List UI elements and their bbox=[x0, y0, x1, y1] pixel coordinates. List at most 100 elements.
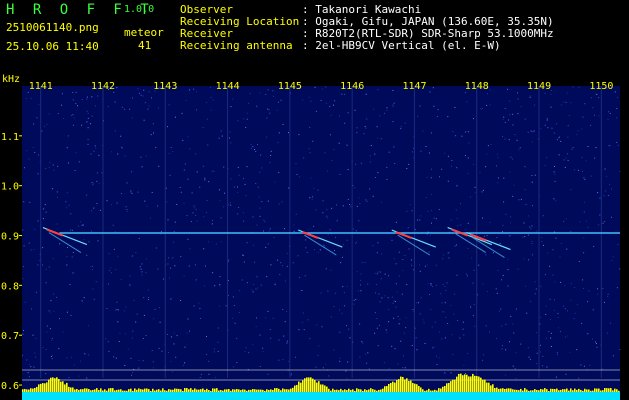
noise-dot bbox=[531, 225, 533, 227]
noise-dot bbox=[217, 351, 219, 352]
power-bar bbox=[118, 389, 120, 392]
noise-dot bbox=[66, 207, 68, 209]
power-bar bbox=[240, 390, 242, 392]
noise-dot bbox=[353, 228, 354, 230]
noise-dot bbox=[314, 86, 316, 88]
noise-dot bbox=[320, 249, 322, 251]
noise-dot bbox=[320, 292, 322, 294]
noise-dot bbox=[173, 332, 175, 334]
noise-dot bbox=[142, 95, 144, 97]
noise-dot bbox=[412, 151, 414, 153]
power-bar bbox=[592, 390, 594, 392]
power-bar bbox=[188, 389, 190, 392]
noise-dot bbox=[480, 108, 482, 110]
power-bar bbox=[40, 383, 42, 392]
noise-dot bbox=[473, 163, 475, 165]
noise-dot bbox=[512, 365, 514, 367]
noise-dot bbox=[45, 168, 47, 169]
power-bar bbox=[280, 390, 282, 392]
noise-dot bbox=[388, 321, 390, 323]
noise-dot bbox=[88, 354, 89, 356]
noise-dot bbox=[493, 252, 494, 254]
noise-dot bbox=[215, 377, 217, 379]
noise-dot bbox=[189, 148, 191, 150]
noise-dot bbox=[416, 349, 418, 351]
noise-dot bbox=[404, 367, 406, 369]
noise-dot bbox=[87, 117, 89, 119]
noise-dot bbox=[230, 106, 232, 108]
noise-dot bbox=[617, 144, 619, 146]
noise-dot bbox=[98, 154, 100, 156]
noise-dot bbox=[63, 118, 65, 119]
power-bar bbox=[146, 388, 148, 392]
noise-dot bbox=[169, 277, 170, 279]
noise-dot bbox=[333, 104, 334, 106]
power-bar bbox=[420, 387, 422, 392]
noise-dot bbox=[356, 271, 358, 273]
power-bar bbox=[370, 388, 372, 392]
noise-dot bbox=[357, 290, 359, 292]
noise-dot bbox=[48, 266, 50, 268]
noise-dot bbox=[52, 164, 54, 166]
noise-dot bbox=[467, 173, 469, 175]
noise-dot bbox=[608, 111, 610, 113]
noise-dot bbox=[265, 246, 267, 248]
noise-dot bbox=[565, 218, 567, 220]
noise-dot bbox=[322, 212, 324, 214]
power-bar bbox=[104, 389, 106, 392]
noise-dot bbox=[80, 221, 82, 223]
noise-dot bbox=[212, 220, 214, 222]
power-bar bbox=[308, 377, 310, 392]
noise-dot bbox=[244, 183, 246, 185]
noise-dot bbox=[529, 226, 531, 228]
noise-dot bbox=[97, 95, 99, 97]
noise-dot bbox=[474, 186, 476, 188]
x-tick-label: 1142 bbox=[91, 81, 115, 92]
power-bar bbox=[508, 388, 510, 392]
y-tick-label: 0.7 bbox=[1, 331, 19, 342]
power-bar bbox=[182, 390, 184, 392]
noise-dot bbox=[616, 287, 618, 289]
noise-dot bbox=[180, 191, 182, 193]
power-bar bbox=[544, 388, 546, 392]
noise-dot bbox=[565, 102, 567, 103]
noise-dot bbox=[554, 166, 555, 167]
noise-dot bbox=[366, 362, 368, 364]
noise-dot bbox=[23, 245, 25, 247]
noise-dot bbox=[510, 315, 512, 317]
noise-dot bbox=[467, 157, 469, 159]
noise-dot bbox=[403, 332, 405, 334]
noise-dot bbox=[49, 311, 51, 313]
noise-dot bbox=[120, 279, 122, 281]
noise-dot bbox=[282, 309, 284, 310]
power-bar bbox=[50, 377, 52, 392]
noise-dot bbox=[464, 92, 466, 94]
noise-dot bbox=[560, 104, 562, 106]
noise-dot bbox=[501, 348, 503, 350]
noise-dot bbox=[91, 182, 93, 184]
noise-dot bbox=[348, 328, 350, 330]
noise-dot bbox=[599, 214, 601, 216]
noise-dot bbox=[147, 108, 149, 110]
noise-dot bbox=[577, 130, 579, 132]
noise-dot bbox=[188, 265, 190, 267]
noise-dot bbox=[139, 266, 141, 268]
noise-dot bbox=[478, 264, 480, 266]
power-bar bbox=[338, 390, 340, 392]
noise-dot bbox=[433, 217, 435, 219]
noise-dot bbox=[594, 157, 596, 159]
noise-dot bbox=[377, 271, 379, 273]
noise-dot bbox=[486, 291, 488, 293]
noise-dot bbox=[512, 124, 514, 126]
noise-dot bbox=[595, 93, 597, 95]
noise-dot bbox=[150, 134, 152, 136]
noise-dot bbox=[114, 130, 116, 132]
power-bar bbox=[128, 389, 130, 392]
noise-dot bbox=[86, 194, 88, 196]
noise-dot bbox=[65, 201, 67, 203]
noise-dot bbox=[617, 244, 619, 246]
noise-dot bbox=[232, 98, 234, 100]
noise-dot bbox=[284, 228, 285, 230]
noise-dot bbox=[170, 267, 171, 269]
noise-dot bbox=[455, 209, 457, 211]
